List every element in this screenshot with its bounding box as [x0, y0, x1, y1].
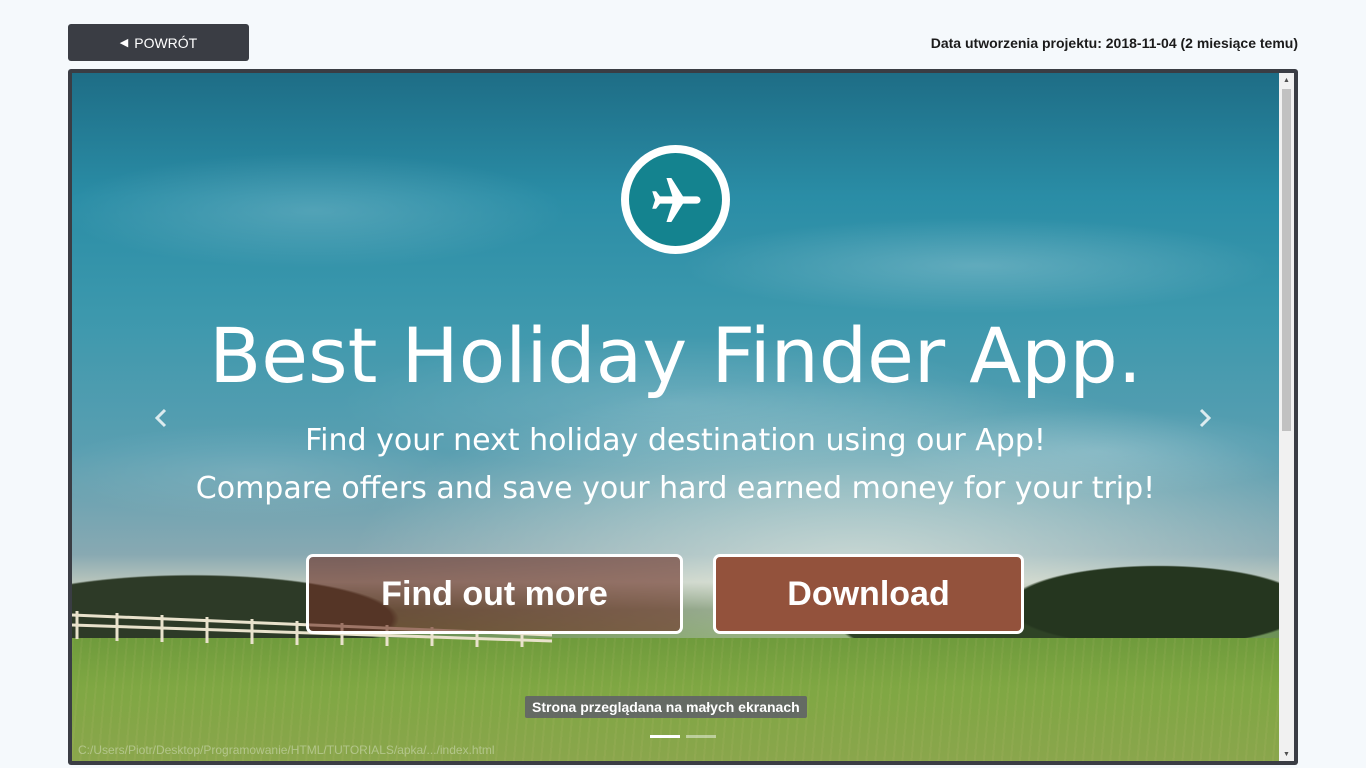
scroll-up-arrow-icon[interactable]: ▲ — [1279, 73, 1294, 87]
small-screen-badge: Strona przeglądana na małych ekranach — [525, 696, 807, 718]
preview-viewport: Best Holiday Finder App. Find your next … — [72, 73, 1279, 761]
scroll-thumb[interactable] — [1282, 89, 1291, 431]
carousel-indicator-2[interactable] — [686, 735, 716, 738]
left-triangle-icon: ◀ — [119, 37, 129, 49]
hero-subtitle-line-1: Find your next holiday destination using… — [305, 423, 1046, 458]
carousel-indicator-1[interactable] — [650, 735, 680, 738]
carousel-indicators — [650, 735, 716, 738]
preview-frame: Best Holiday Finder App. Find your next … — [68, 69, 1298, 765]
back-button-label: POWRÓT — [134, 34, 198, 51]
chevron-right-icon — [1199, 408, 1212, 428]
carousel-next-button[interactable] — [1193, 403, 1217, 433]
preview-scrollbar[interactable]: ▲ ▼ — [1279, 73, 1294, 761]
project-created-date: Data utworzenia projektu: 2018-11-04 (2 … — [930, 35, 1298, 51]
logo — [621, 145, 730, 254]
hero-title: Best Holiday Finder App. — [209, 311, 1142, 400]
hero-subtitle-line-2: Compare offers and save your hard earned… — [195, 471, 1156, 506]
scroll-down-arrow-icon[interactable]: ▼ — [1279, 747, 1294, 761]
airplane-icon — [629, 153, 722, 246]
back-button[interactable]: ◀ POWRÓT — [68, 24, 249, 61]
find-out-more-button[interactable]: Find out more — [306, 554, 683, 634]
carousel-prev-button[interactable] — [149, 403, 173, 433]
status-url: C:/Users/Piotr/Desktop/Programowanie/HTM… — [78, 743, 495, 757]
chevron-left-icon — [154, 408, 167, 428]
download-button[interactable]: Download — [713, 554, 1024, 634]
